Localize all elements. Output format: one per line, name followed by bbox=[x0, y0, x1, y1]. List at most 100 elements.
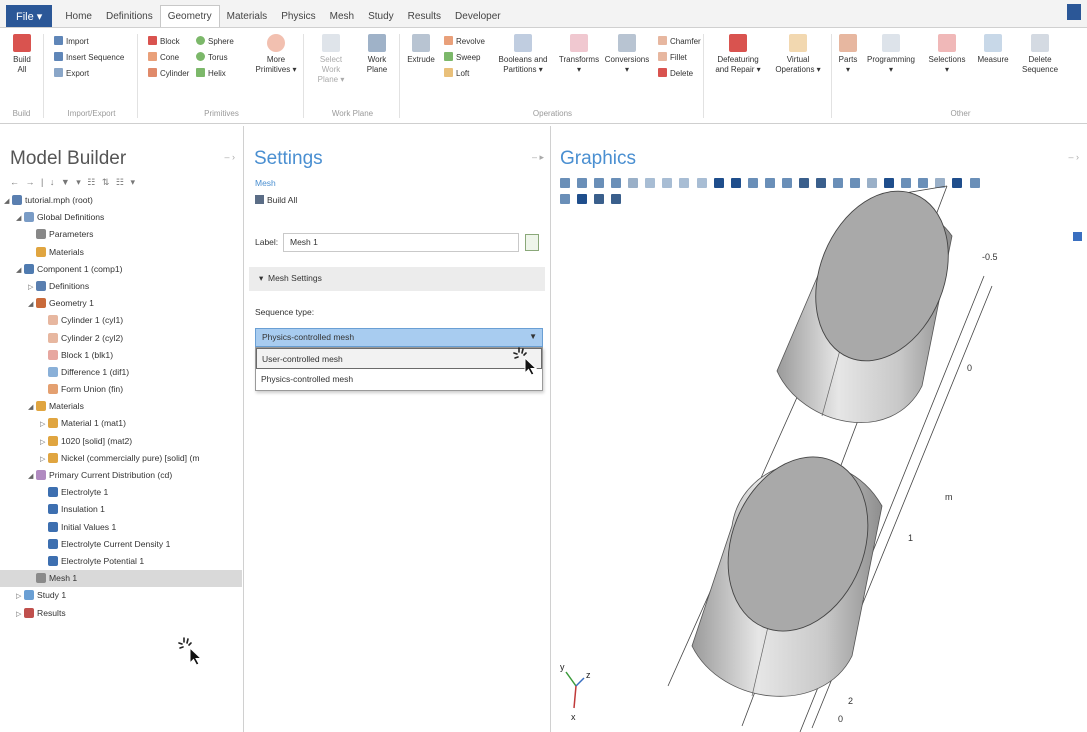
work-plane-button[interactable]: Work Plane bbox=[360, 34, 394, 75]
tree-node[interactable]: Materials bbox=[4, 244, 242, 261]
tree-node[interactable]: Electrolyte Potential 1 bbox=[4, 553, 242, 570]
delete-button[interactable]: Delete bbox=[658, 68, 693, 80]
programming-button[interactable]: Programming ▾ bbox=[862, 34, 920, 75]
tree-node[interactable]: ◢ Global Definitions bbox=[4, 209, 242, 226]
triad-z-label: z bbox=[586, 670, 591, 680]
chamfer-button[interactable]: Chamfer bbox=[658, 36, 701, 48]
expand-toggle-icon[interactable]: ◢ bbox=[16, 262, 24, 279]
sequence-type-select[interactable]: Physics-controlled mesh ▼ bbox=[255, 328, 543, 347]
graphics-canvas[interactable]: -0.5 0 1 2 0 m y z x bbox=[552, 126, 1087, 732]
insert-sequence-button[interactable]: Insert Sequence bbox=[54, 52, 124, 64]
expand-toggle-icon[interactable]: ◢ bbox=[28, 468, 36, 485]
defeaturing-repair-button[interactable]: Defeaturing and Repair ▾ bbox=[710, 34, 766, 75]
view-cube-icon[interactable] bbox=[1073, 232, 1082, 241]
cone-button[interactable]: Cone bbox=[148, 52, 179, 64]
tree-node[interactable]: Difference 1 (dif1) bbox=[4, 364, 242, 381]
cylinder-button[interactable]: Cylinder bbox=[148, 68, 189, 80]
expand-toggle-icon[interactable]: ▷ bbox=[40, 434, 48, 451]
tree-node[interactable]: Insulation 1 bbox=[4, 501, 242, 518]
parts-button[interactable]: Parts ▾ bbox=[838, 34, 858, 75]
tab-mesh[interactable]: Mesh bbox=[323, 5, 361, 27]
tree-node-label: tutorial.mph (root) bbox=[25, 195, 93, 205]
tab-results[interactable]: Results bbox=[401, 5, 448, 27]
tab-materials[interactable]: Materials bbox=[220, 5, 275, 27]
torus-button[interactable]: Torus bbox=[196, 52, 228, 64]
selections-button[interactable]: Selections ▾ bbox=[924, 34, 970, 75]
measure-button[interactable]: Measure bbox=[974, 34, 1012, 65]
tree-node[interactable]: ◢ Materials bbox=[4, 398, 242, 415]
file-menu-button[interactable]: File ▾ bbox=[6, 5, 53, 27]
tab-geometry[interactable]: Geometry bbox=[159, 5, 220, 27]
tree-node[interactable]: ◢ Geometry 1 bbox=[4, 295, 242, 312]
tab-developer[interactable]: Developer bbox=[448, 5, 508, 27]
expand-toggle-icon[interactable]: ▷ bbox=[28, 279, 36, 296]
tab-study[interactable]: Study bbox=[361, 5, 401, 27]
sweep-button[interactable]: Sweep bbox=[444, 52, 480, 64]
tree-node[interactable]: Initial Values 1 bbox=[4, 519, 242, 536]
build-all-link[interactable]: Build All bbox=[255, 195, 297, 205]
expand-toggle-icon[interactable]: ◢ bbox=[28, 399, 36, 416]
tree-node[interactable]: ▷ Material 1 (mat1) bbox=[4, 415, 242, 432]
sequence-type-dropdown: User-controlled mesh Physics-controlled … bbox=[255, 347, 543, 391]
tree-node[interactable]: Block 1 (blk1) bbox=[4, 347, 242, 364]
mesh-settings-section[interactable]: ▾ Mesh Settings bbox=[249, 267, 545, 291]
option-physics-controlled-mesh[interactable]: Physics-controlled mesh bbox=[256, 369, 542, 390]
tree-node[interactable]: Electrolyte 1 bbox=[4, 484, 242, 501]
extrude-button[interactable]: Extrude bbox=[406, 34, 436, 65]
tree-node[interactable]: Cylinder 1 (cyl1) bbox=[4, 312, 242, 329]
expand-toggle-icon[interactable]: ▷ bbox=[16, 606, 24, 623]
label-field[interactable]: Mesh 1 bbox=[283, 233, 519, 252]
tree-node[interactable]: ▷ Definitions bbox=[4, 278, 242, 295]
tree-node[interactable]: ◢ Component 1 (comp1) bbox=[4, 261, 242, 278]
expand-toggle-icon[interactable]: ▷ bbox=[16, 588, 24, 605]
pin-icon[interactable]: – › bbox=[224, 152, 235, 162]
helix-button[interactable]: Helix bbox=[196, 68, 226, 80]
tree-node-label: Study 1 bbox=[37, 590, 67, 601]
tree-node[interactable]: ▷ Nickel (commercially pure) [solid] (m bbox=[4, 450, 242, 467]
expand-toggle-icon[interactable]: ▷ bbox=[40, 451, 48, 468]
tree-node[interactable]: ◢ Primary Current Distribution (cd) bbox=[4, 467, 242, 484]
virtual-operations-button[interactable]: Virtual Operations ▾ bbox=[768, 34, 828, 75]
transforms-button[interactable]: Transforms ▾ bbox=[558, 34, 600, 75]
import-icon bbox=[54, 36, 63, 45]
tree-node[interactable]: Parameters bbox=[4, 226, 242, 243]
revolve-icon bbox=[444, 36, 453, 45]
sequence-type-value: Physics-controlled mesh bbox=[262, 332, 355, 342]
more-primitives-button[interactable]: More Primitives ▾ bbox=[252, 34, 300, 75]
expand-toggle-icon[interactable]: ◢ bbox=[4, 193, 12, 210]
mouse-pointer-icon bbox=[513, 347, 538, 376]
pin-icon[interactable]: – ▸ bbox=[532, 152, 544, 163]
revolve-button[interactable]: Revolve bbox=[444, 36, 485, 48]
build-all-button[interactable]: Build All bbox=[8, 34, 36, 75]
tab-physics[interactable]: Physics bbox=[274, 5, 322, 27]
tree-node[interactable]: Electrolyte Current Density 1 bbox=[4, 536, 242, 553]
model-builder-toolbar[interactable]: ← → | ↓ ▼ ▾ ☷ ⇅ ☷ ▾ bbox=[10, 177, 137, 188]
expand-toggle-icon[interactable]: ◢ bbox=[16, 210, 24, 227]
label-edit-icon[interactable] bbox=[525, 234, 539, 251]
tree-node[interactable]: ▷ Results bbox=[4, 605, 242, 622]
help-icon[interactable] bbox=[1067, 4, 1081, 20]
conversions-button[interactable]: Conversions ▾ bbox=[604, 34, 650, 75]
tree-node[interactable]: ▷ Study 1 bbox=[4, 587, 242, 604]
booleans-partitions-button[interactable]: Booleans and Partitions ▾ bbox=[494, 34, 552, 75]
tree-node[interactable]: Form Union (fin) bbox=[4, 381, 242, 398]
delete-sequence-button[interactable]: Delete Sequence bbox=[1018, 34, 1062, 75]
tree-node[interactable]: ▷ 1020 [solid] (mat2) bbox=[4, 433, 242, 450]
expand-toggle-icon[interactable]: ▷ bbox=[40, 416, 48, 433]
block-button[interactable]: Block bbox=[148, 36, 180, 48]
loft-button[interactable]: Loft bbox=[444, 68, 469, 80]
tree-node[interactable]: Mesh 1 bbox=[0, 570, 242, 588]
select-work-plane-button[interactable]: Select Work Plane ▾ bbox=[310, 34, 352, 85]
import-button[interactable]: Import bbox=[54, 36, 89, 48]
tree-node[interactable]: Cylinder 2 (cyl2) bbox=[4, 330, 242, 347]
tree-node[interactable]: ◢ tutorial.mph (root) bbox=[4, 192, 242, 209]
tab-home[interactable]: Home bbox=[58, 5, 99, 27]
selections-label: Selections ▾ bbox=[928, 55, 966, 74]
expand-toggle-icon[interactable]: ◢ bbox=[28, 296, 36, 313]
tree-node-icon bbox=[48, 452, 58, 463]
option-user-controlled-mesh[interactable]: User-controlled mesh bbox=[256, 348, 542, 369]
fillet-button[interactable]: Fillet bbox=[658, 52, 687, 64]
sphere-button[interactable]: Sphere bbox=[196, 36, 234, 48]
export-button[interactable]: Export bbox=[54, 68, 89, 80]
tab-definitions[interactable]: Definitions bbox=[99, 5, 160, 27]
